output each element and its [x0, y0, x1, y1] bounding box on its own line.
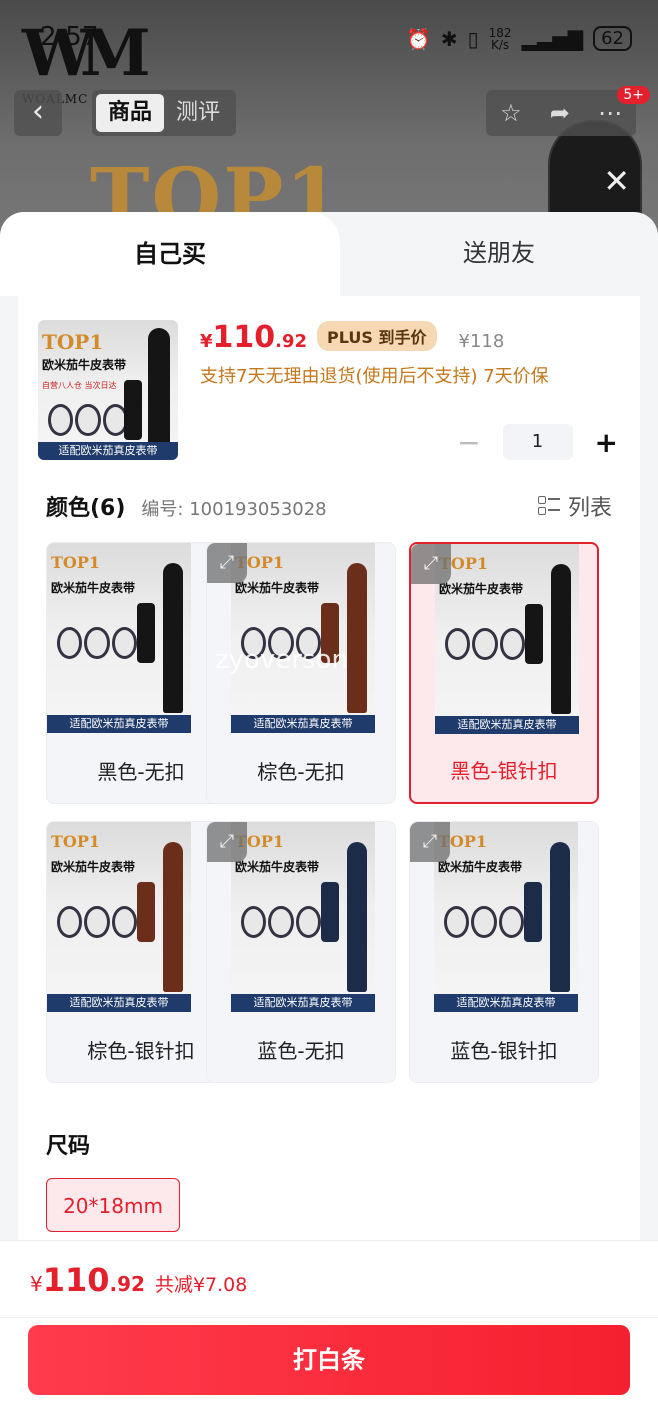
net-speed-unit: K/s	[491, 37, 510, 52]
color-header: 颜色(6) 编号: 100193053028	[46, 490, 327, 522]
size-option[interactable]: 20*18mm	[46, 1178, 180, 1232]
option-image: TOP1 欧米茄牛皮表带 适配欧米茄真皮表带	[435, 544, 579, 734]
bluetooth-icon: ✱	[440, 26, 458, 51]
size-title: 尺码	[46, 1134, 91, 1159]
share-icon[interactable]: ➦	[550, 99, 570, 127]
sku-number: 编号: 100193053028	[141, 499, 327, 520]
color-title: 颜色(6)	[46, 496, 126, 521]
alarm-icon: ⏰	[405, 26, 431, 51]
checkout-bar: ¥110.92 共减¥7.08 打白条	[0, 1240, 658, 1417]
product-image-banner: 适配欧米茄真皮表带	[38, 442, 178, 460]
header-tabs: 商品 测评	[92, 90, 236, 136]
watch-images	[48, 404, 128, 436]
list-view-label: 列表	[567, 496, 612, 521]
status-icons: ⏰ ✱ ▯ 182 K/s ▂▃▅▇ 62	[406, 26, 632, 51]
quantity-input[interactable]: 1	[502, 424, 573, 460]
tab-gift-friend[interactable]: 送朋友	[340, 212, 658, 290]
decrease-button[interactable]: −	[457, 426, 480, 459]
status-bar: 2:57 ⏰ ✱ ▯ 182 K/s ▂▃▅▇ 62	[0, 20, 658, 60]
tab-buy-self[interactable]: 自己买	[0, 212, 340, 296]
quantity-stepper: − 1 +	[457, 424, 618, 460]
total-integer: 110	[42, 1261, 110, 1299]
plus-price-tag: PLUS 到手价	[317, 321, 437, 351]
price-decimal: .92	[275, 331, 308, 352]
total-decimal: .92	[109, 1272, 145, 1296]
header-actions: ☆ ➦ ⋯	[486, 90, 636, 136]
product-image-title: TOP1	[42, 330, 104, 354]
color-option-blue-silver-buckle[interactable]: TOP1 欧米茄牛皮表带 适配欧米茄真皮表带 ⤢ 蓝色-银针扣	[409, 821, 599, 1083]
option-image: TOP1 欧米茄牛皮表带 适配欧米茄真皮表带	[47, 543, 191, 733]
service-guarantee: 支持7天无理由退货(使用后不支持) 7天价保	[200, 366, 549, 387]
battery-indicator: 62	[593, 26, 632, 51]
original-price: ¥118	[458, 331, 505, 352]
color-option-label: 蓝色-无扣	[257, 1039, 345, 1063]
zoom-icon[interactable]: ⤢	[410, 822, 450, 862]
color-option-label: 蓝色-银针扣	[450, 1039, 558, 1063]
strap-image	[148, 328, 170, 448]
list-view-button[interactable]: 列表	[537, 490, 612, 522]
increase-button[interactable]: +	[595, 426, 618, 459]
option-image: TOP1 欧米茄牛皮表带 适配欧米茄真皮表带	[231, 822, 375, 1012]
color-option-label: 棕色-无扣	[257, 760, 345, 784]
back-button[interactable]: ‹	[14, 90, 62, 136]
option-image: TOP1 欧米茄牛皮表带 适配欧米茄真皮表带	[231, 543, 375, 733]
net-speed: 182 K/s	[489, 27, 512, 51]
list-icon	[537, 495, 560, 517]
zoom-icon[interactable]: ⤢	[207, 822, 247, 862]
product-image-note: 自营八人仓 当次日达	[42, 381, 117, 390]
more-icon[interactable]: ⋯	[598, 99, 622, 127]
price-currency: ¥	[200, 331, 213, 352]
close-icon[interactable]: ✕	[603, 162, 630, 200]
chevron-left-icon: ‹	[32, 94, 44, 129]
buy-tabs: 自己买 送朋友	[0, 212, 658, 296]
divider	[0, 1317, 658, 1318]
product-thumbnail[interactable]: TOP1 欧米茄牛皮表带 自营八人仓 当次日达 适配欧米茄真皮表带	[38, 320, 178, 460]
product-image: TOP1 欧米茄牛皮表带 自营八人仓 当次日达 适配欧米茄真皮表带	[38, 320, 178, 460]
tab-reviews[interactable]: 测评	[164, 94, 232, 132]
savings-text: 共减¥7.08	[154, 1274, 248, 1296]
sheet-content: TOP1 欧米茄牛皮表带 自营八人仓 当次日达 适配欧米茄真皮表带 ¥110.9…	[18, 296, 640, 1276]
zoom-icon[interactable]: ⤢	[207, 543, 247, 583]
current-price: ¥110.92	[200, 320, 307, 355]
watermark: zyoverson	[215, 645, 348, 675]
total-price: ¥110.92 共减¥7.08	[30, 1261, 247, 1299]
color-option-blue-no-buckle[interactable]: TOP1 欧米茄牛皮表带 适配欧米茄真皮表带 ⤢ 蓝色-无扣	[206, 821, 396, 1083]
product-image-subtitle: 欧米茄牛皮表带	[42, 358, 127, 372]
price-row: ¥110.92 PLUS 到手价 ¥118	[200, 320, 504, 355]
star-icon[interactable]: ☆	[500, 99, 522, 127]
status-time: 2:57	[40, 22, 99, 52]
vibrate-icon: ▯	[467, 26, 479, 51]
zoom-icon[interactable]: ⤢	[411, 544, 451, 584]
purchase-sheet: 自己买 送朋友 TOP1 欧米茄牛皮表带 自营八人仓 当次日达 适配欧米茄真皮表…	[0, 212, 658, 1416]
color-option-label: 黑色-银针扣	[450, 759, 558, 783]
tab-product[interactable]: 商品	[96, 94, 164, 132]
signal-icon: ▂▃▅▇	[521, 26, 584, 51]
total-currency: ¥	[30, 1272, 43, 1296]
color-option-black-silver-buckle[interactable]: TOP1 欧米茄牛皮表带 适配欧米茄真皮表带 ⤢ 黑色-银针扣	[409, 542, 599, 804]
option-image: TOP1 欧米茄牛皮表带 适配欧米茄真皮表带	[47, 822, 191, 1012]
price-integer: 110	[212, 320, 276, 355]
option-image: TOP1 欧米茄牛皮表带 适配欧米茄真皮表带	[434, 822, 578, 1012]
notification-badge: 5+	[617, 86, 650, 104]
credit-pay-button[interactable]: 打白条	[28, 1325, 630, 1395]
strap-image	[124, 380, 142, 440]
